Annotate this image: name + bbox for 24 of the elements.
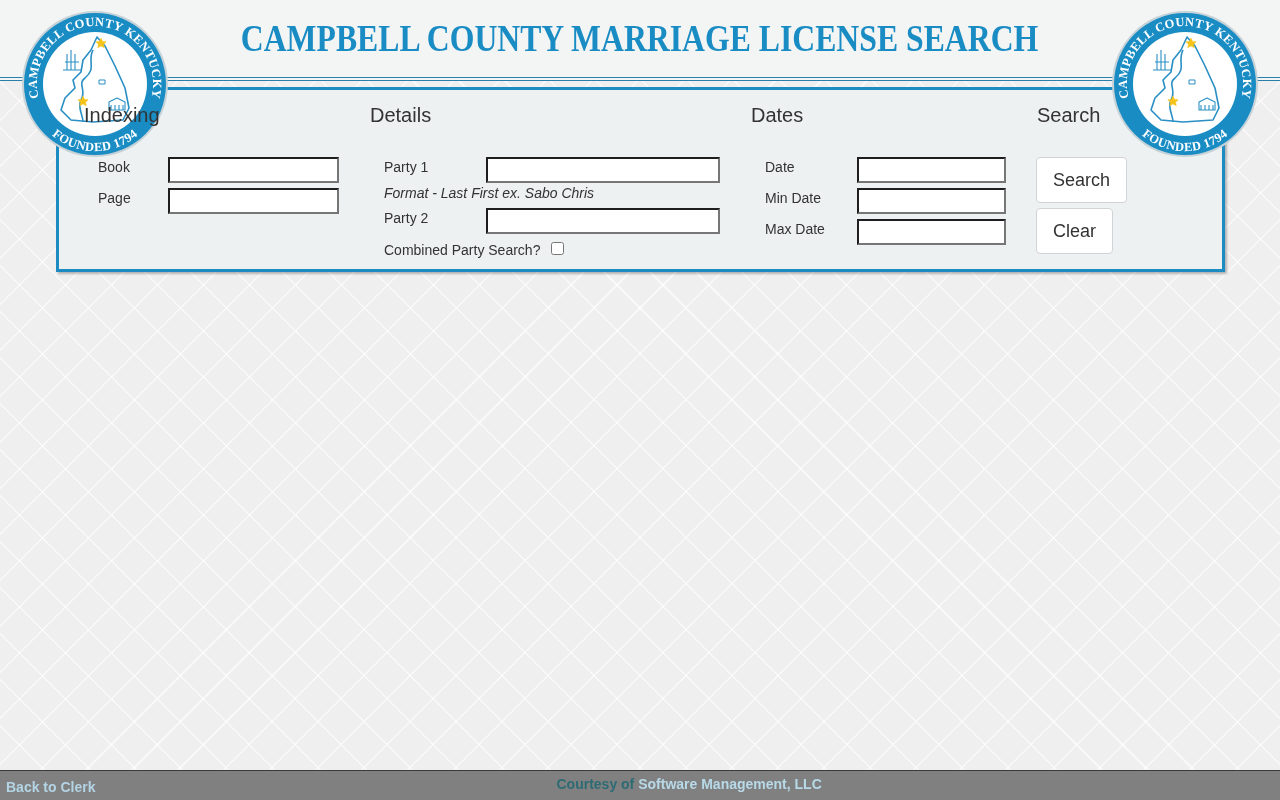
input-field[interactable] [168, 188, 339, 214]
field-label: Party 1 [384, 158, 430, 175]
field-label: Book [98, 158, 131, 175]
field-label: Date [765, 158, 796, 175]
input-field[interactable] [857, 219, 1006, 245]
input-field[interactable] [857, 188, 1006, 214]
checkbox[interactable] [551, 242, 565, 255]
input-field[interactable] [857, 157, 1006, 183]
page-title: CAMPBELL COUNTY MARRIAGE LICENSE SEARCH [241, 15, 1039, 61]
input-field[interactable] [168, 157, 339, 183]
section-heading: Search [1037, 103, 1101, 127]
input-field[interactable] [486, 157, 720, 183]
section-heading: Details [370, 103, 432, 127]
search-button[interactable]: Search [1036, 157, 1128, 203]
field-label: Page [98, 189, 132, 206]
field-label: Party 2 [384, 209, 430, 226]
section-heading: Dates [751, 103, 804, 127]
field-label: Max Date [765, 220, 826, 237]
input-field[interactable] [486, 208, 720, 234]
clear-button[interactable]: Clear [1036, 208, 1113, 254]
credit-text: Courtesy of Software Management, LLC [556, 775, 822, 792]
field-label: Min Date [765, 189, 823, 206]
field-label: Combined Party Search? [384, 242, 541, 258]
format-hint: Format - Last First ex. Sabo Chris [384, 185, 595, 201]
